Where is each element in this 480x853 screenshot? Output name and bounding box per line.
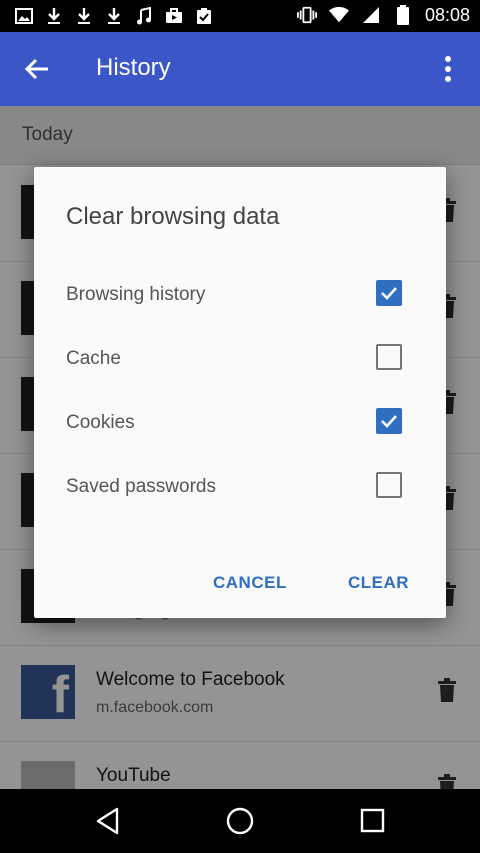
cancel-button[interactable]: CANCEL bbox=[213, 573, 287, 593]
wifi-icon bbox=[328, 5, 349, 25]
download-icon bbox=[104, 6, 124, 26]
option-cache[interactable]: Cache bbox=[66, 338, 414, 378]
page-title: History bbox=[96, 54, 171, 81]
cookies-checkbox[interactable] bbox=[376, 408, 402, 434]
signal-icon bbox=[361, 5, 381, 25]
browsing-history-checkbox[interactable] bbox=[376, 280, 402, 306]
navigation-bar bbox=[0, 789, 480, 853]
briefcase-icon bbox=[164, 6, 184, 26]
image-icon bbox=[14, 6, 34, 26]
option-label: Saved passwords bbox=[66, 476, 216, 497]
arrow-left-icon[interactable] bbox=[22, 54, 52, 84]
battery-icon bbox=[393, 5, 413, 25]
download-icon bbox=[74, 6, 94, 26]
saved-passwords-checkbox[interactable] bbox=[376, 472, 402, 498]
clipboard-check-icon bbox=[194, 6, 214, 26]
option-saved-passwords[interactable]: Saved passwords bbox=[66, 466, 414, 506]
vibrate-icon bbox=[296, 5, 317, 25]
clear-button[interactable]: CLEAR bbox=[348, 573, 409, 593]
download-icon bbox=[44, 6, 64, 26]
status-time: 08:08 bbox=[424, 5, 470, 25]
cache-checkbox[interactable] bbox=[376, 344, 402, 370]
status-bar: 08:08 bbox=[0, 0, 480, 32]
option-label: Cookies bbox=[66, 412, 135, 433]
option-label: Browsing history bbox=[66, 284, 206, 305]
dialog-title: Clear browsing data bbox=[66, 203, 280, 230]
clear-browsing-data-dialog: Clear browsing data Browsing history Cac… bbox=[34, 167, 446, 618]
app-bar: History bbox=[0, 32, 480, 106]
recents-square-icon[interactable] bbox=[358, 806, 388, 836]
more-vert-icon[interactable] bbox=[434, 54, 462, 84]
home-circle-icon[interactable] bbox=[225, 806, 255, 836]
option-browsing-history[interactable]: Browsing history bbox=[66, 274, 414, 314]
option-label: Cache bbox=[66, 348, 121, 369]
option-cookies[interactable]: Cookies bbox=[66, 402, 414, 442]
music-icon bbox=[134, 6, 154, 26]
back-triangle-icon[interactable] bbox=[93, 806, 123, 836]
